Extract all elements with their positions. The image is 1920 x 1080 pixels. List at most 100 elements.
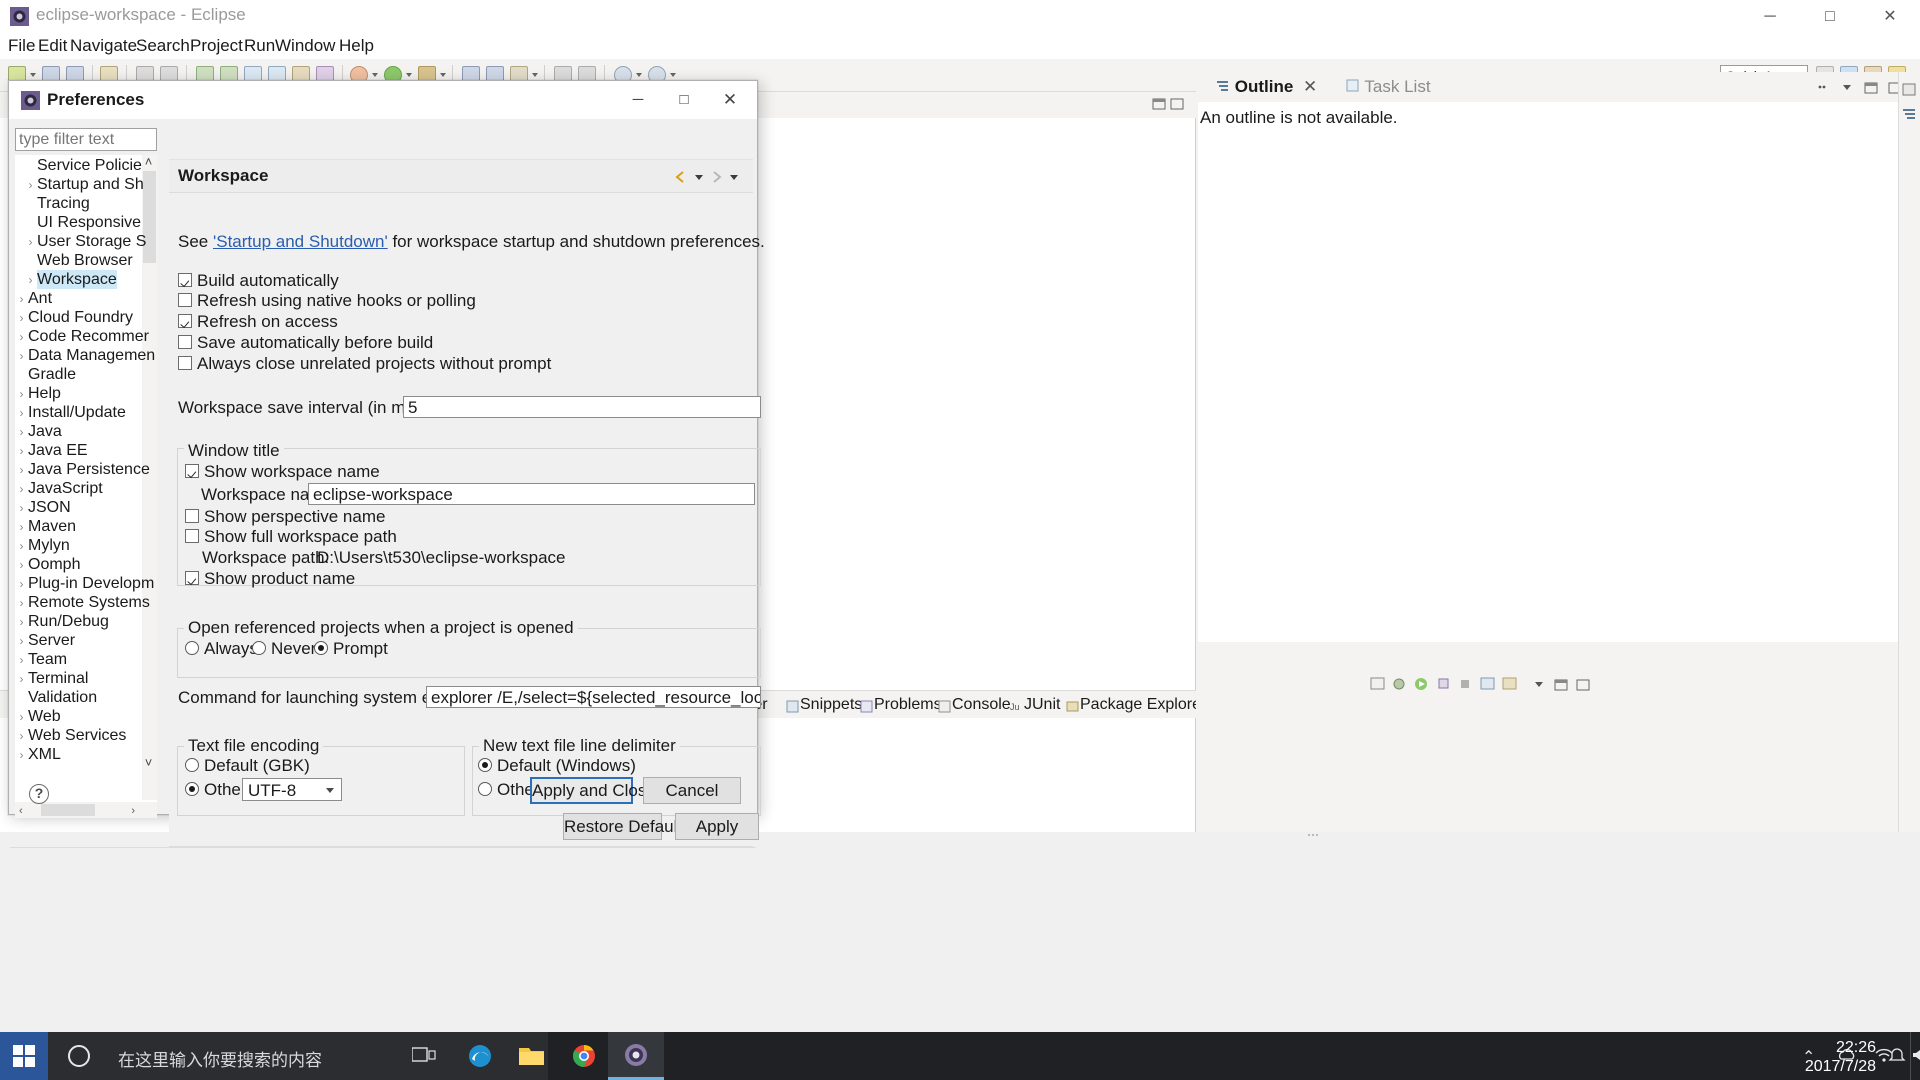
restore-defaults-button[interactable]: Restore Defaults [563,813,662,840]
tree-hscroll-thumb[interactable] [41,804,95,816]
apply-and-close-button[interactable]: Apply and Close [530,777,633,804]
radio-circle[interactable] [185,641,199,655]
tree-item-web-services[interactable]: ›Web Services [15,726,126,745]
tree-scroll-right-icon[interactable]: › [131,805,135,817]
window-maximize-button[interactable]: □ [1800,0,1860,33]
new-dropdown-caret[interactable] [30,73,36,77]
checkbox-box[interactable] [178,293,192,307]
save-interval-input[interactable]: 5 [403,396,761,418]
window-close-button[interactable]: ✕ [1860,0,1920,33]
radio-circle[interactable] [185,782,199,796]
radio-circle[interactable] [478,758,492,772]
tree-item-javascript[interactable]: ›JavaScript [15,479,103,498]
chevron-right-icon[interactable]: › [15,727,28,746]
chevron-right-icon[interactable]: › [24,233,37,252]
chevron-right-icon[interactable]: › [15,670,28,689]
tree-scroll-left-icon[interactable]: ‹ [19,805,23,817]
tab-outline-close-icon[interactable]: ✕ [1303,77,1317,96]
tree-item-xml[interactable]: ›XML [15,745,61,764]
tree-item-service-policies[interactable]: Service Policie [15,156,142,175]
bottom-tab-snippets[interactable]: Snippets [800,695,862,715]
radio-circle[interactable] [314,641,328,655]
back-caret[interactable] [636,73,642,77]
menu-file[interactable]: File [8,33,35,59]
chevron-right-icon[interactable]: › [15,290,28,309]
tree-item-server[interactable]: ›Server [15,631,75,650]
tree-item-java[interactable]: ›Java [15,422,62,441]
window-minimize-button[interactable]: ─ [1740,0,1800,33]
start-button[interactable] [0,1032,48,1080]
notifications-icon[interactable] [1888,1047,1906,1065]
tree-item-java-persistence[interactable]: ›Java Persistence [15,460,150,479]
checkbox-box[interactable] [185,509,199,523]
chevron-right-icon[interactable]: › [15,594,28,613]
views-menu-caret[interactable] [1532,676,1546,696]
restore-icon[interactable] [1902,82,1917,102]
chevron-right-icon[interactable]: › [15,651,28,670]
chevron-right-icon[interactable]: › [24,176,37,195]
chevron-right-icon[interactable]: › [15,385,28,404]
console-pin-icon[interactable] [1436,676,1451,696]
menu-project[interactable]: Project [190,33,243,59]
bottom-tab-problems[interactable]: Problems [874,695,942,715]
tree-item-remote-systems[interactable]: ›Remote Systems [15,593,150,612]
menu-run[interactable]: Run [244,33,275,59]
tree-item-gradle[interactable]: Gradle [15,365,76,384]
chevron-right-icon[interactable]: › [15,613,28,632]
chevron-right-icon[interactable]: › [15,404,28,423]
sash-handle[interactable] [1306,824,1320,832]
tree-item-cloud-foundry[interactable]: ›Cloud Foundry [15,308,133,327]
tree-item-mylyn[interactable]: ›Mylyn [15,536,70,555]
chevron-right-icon[interactable]: › [15,632,28,651]
tree-item-install-update[interactable]: ›Install/Update [15,403,126,422]
chevron-right-icon[interactable]: › [15,499,28,518]
tree-item-ant[interactable]: ›Ant [15,289,52,308]
tree-item-workspace[interactable]: ›Workspace [15,270,117,289]
tree-item-tracing[interactable]: Tracing [15,194,90,213]
chevron-right-icon[interactable]: › [15,328,28,347]
chevron-right-icon[interactable]: › [15,708,28,727]
chevron-right-icon[interactable]: › [15,347,28,366]
file-explorer-icon[interactable] [504,1032,560,1080]
chevron-right-icon[interactable]: › [15,309,28,328]
outline-view-menu-caret[interactable] [1840,79,1854,99]
tree-item-terminal[interactable]: ›Terminal [15,669,88,688]
outline-menu-icon[interactable] [1816,79,1830,99]
checkbox-box[interactable] [185,529,199,543]
forward-arrow-icon[interactable] [709,169,724,183]
checkbox-box[interactable] [178,356,192,370]
filter-input[interactable]: type filter text [15,128,157,151]
checkbox-box[interactable] [178,314,192,328]
outline-rail-icon[interactable] [1902,106,1917,126]
console-settings-icon[interactable] [1392,676,1407,696]
taskbar-clock[interactable]: 22:26 2017/7/28 [1805,1038,1876,1076]
tree-item-json[interactable]: ›JSON [15,498,71,517]
debug-dropdown-caret[interactable] [372,73,378,77]
eclipse-taskbar-icon[interactable] [608,1032,664,1080]
dialog-minimize-button[interactable]: ─ [615,81,661,119]
tree-horizontal-scrollbar[interactable]: ‹ › [15,802,157,818]
console-run-icon[interactable] [1414,676,1429,696]
dialog-close-button[interactable]: ✕ [707,81,753,119]
tree-scroll-down-icon[interactable]: ˅ [142,758,155,770]
external-tools-caret[interactable] [440,73,446,77]
checkbox-box[interactable] [178,335,192,349]
checkbox-box[interactable] [185,464,199,478]
back-arrow-icon[interactable] [674,169,689,183]
run-dropdown-caret[interactable] [406,73,412,77]
chevron-right-icon[interactable]: › [15,575,28,594]
profile-caret[interactable] [532,73,538,77]
checkbox-box[interactable] [178,273,192,287]
radio-circle[interactable] [252,641,266,655]
console-open-icon[interactable] [1502,676,1517,696]
tree-item-help[interactable]: ›Help [15,384,61,403]
chevron-right-icon[interactable]: › [15,518,28,537]
views-maximize-icon[interactable] [1576,676,1590,696]
apply-button[interactable]: Apply [675,813,759,840]
system-explorer-input[interactable]: explorer /E,/select=${selected_resource_… [426,686,761,708]
chevron-right-icon[interactable]: › [24,271,37,290]
tree-item-code-recommenders[interactable]: ›Code Recommer [15,327,149,346]
cancel-button[interactable]: Cancel [643,777,741,804]
chevron-right-icon[interactable]: › [15,442,28,461]
menu-edit[interactable]: Edit [38,33,67,59]
